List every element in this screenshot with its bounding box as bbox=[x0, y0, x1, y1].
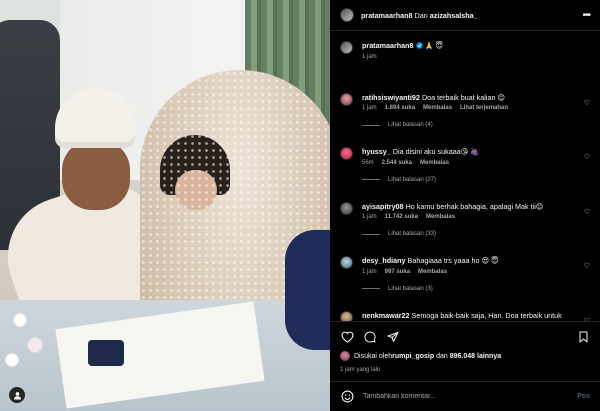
reply-button[interactable]: Membalas bbox=[426, 214, 455, 220]
comment-username[interactable]: desy_hdiany bbox=[362, 256, 406, 265]
photo-groom-face bbox=[62, 140, 130, 210]
comment-text: Dia disini aku sukaaa😘 🍇 bbox=[392, 147, 480, 156]
liker-avatar bbox=[340, 351, 350, 361]
author-username[interactable]: pratamaarhan8 bbox=[361, 11, 413, 20]
comment-like-icon[interactable]: ♡ bbox=[580, 153, 590, 161]
comment-username[interactable]: ayisapitry08 bbox=[362, 202, 404, 211]
view-replies-button[interactable]: Lihat balasan (33) bbox=[362, 231, 590, 237]
comment-avatar[interactable] bbox=[340, 147, 353, 160]
view-replies-label: Lihat balasan (33) bbox=[388, 231, 437, 237]
translate-button[interactable]: Lihat terjemahan bbox=[460, 105, 508, 111]
coauthor-username[interactable]: azizahsalsha_ bbox=[430, 11, 478, 20]
likes-count[interactable]: 896.048 lainnya bbox=[450, 353, 501, 360]
likes-middle: dan bbox=[436, 352, 448, 360]
post-photo[interactable] bbox=[0, 0, 330, 411]
comment-icon[interactable] bbox=[363, 330, 377, 344]
comment-username[interactable]: ratihsiswiyanti92 bbox=[362, 93, 420, 102]
verified-badge-icon bbox=[415, 41, 425, 50]
reply-button[interactable]: Membalas bbox=[420, 160, 449, 166]
comment-item: ayisapitry08 Ho kamu berhak bahagia, apa… bbox=[340, 201, 590, 220]
view-replies-label: Lihat balasan (4) bbox=[388, 122, 433, 128]
comment-likes[interactable]: 2.544 suka bbox=[382, 160, 412, 166]
caption-text: 🙏 😇 bbox=[424, 41, 443, 50]
photo-ring-box bbox=[88, 340, 124, 366]
comment-text: Doa terbaik buat kalian 😊 bbox=[421, 92, 505, 102]
post-comment-button[interactable]: Pos bbox=[577, 393, 590, 400]
view-replies-label: Lihat balasan (3) bbox=[388, 285, 433, 292]
comment-likes[interactable]: 997 suka bbox=[385, 269, 410, 275]
post-actions: Disukai oleh rumpi_gosip dan 896.048 lai… bbox=[330, 321, 600, 373]
photo-officiant-arm bbox=[285, 230, 330, 350]
comment-avatar[interactable] bbox=[340, 201, 353, 215]
comment-like-icon[interactable]: ♡ bbox=[580, 99, 590, 107]
comment-like-icon[interactable]: ♡ bbox=[580, 208, 590, 216]
photo-flowers bbox=[0, 300, 50, 380]
reply-button[interactable]: Membalas bbox=[418, 269, 447, 275]
emoji-icon[interactable] bbox=[340, 390, 354, 404]
post-dialog: pratamaarhan8 Dan azizahsalsha_ ••• prat… bbox=[0, 0, 600, 411]
person-icon bbox=[13, 391, 21, 400]
comment-item: hyussy_ Dia disini aku sukaaa😘 🍇 56m 2.5… bbox=[340, 147, 590, 166]
post-header: pratamaarhan8 Dan azizahsalsha_ ••• bbox=[330, 0, 600, 31]
heart-icon[interactable] bbox=[340, 330, 354, 344]
add-comment-bar: Pos bbox=[330, 381, 600, 411]
post-timestamp: 1 jam yang lalu bbox=[340, 367, 381, 373]
liker-username[interactable]: rumpi_gosip bbox=[392, 353, 434, 360]
reply-button[interactable]: Membalas bbox=[423, 105, 452, 111]
view-replies-button[interactable]: Lihat balasan (4) bbox=[362, 122, 590, 128]
bookmark-icon[interactable] bbox=[576, 330, 590, 344]
comment-text: Bahagiaaa trs yaaa ho 😍 😇 bbox=[407, 256, 499, 265]
comment-avatar[interactable] bbox=[340, 256, 353, 269]
comment-like-icon[interactable]: ♡ bbox=[580, 262, 590, 270]
comment-username[interactable]: hyussy_ bbox=[362, 147, 391, 156]
comment-likes[interactable]: 1.894 suka bbox=[385, 105, 415, 111]
comment-username[interactable]: nenkmawar22 bbox=[362, 311, 410, 320]
comment-text: Ho kamu berhak bahagia, apalagi Mak tii😊 bbox=[405, 201, 544, 211]
post-authors: pratamaarhan8 Dan azizahsalsha_ bbox=[361, 11, 576, 20]
caption-time: 1 jam bbox=[362, 53, 377, 60]
author-avatar[interactable] bbox=[340, 8, 354, 22]
comment-avatar[interactable] bbox=[340, 310, 353, 321]
send-icon[interactable] bbox=[386, 330, 400, 344]
comment-item: desy_hdiany Bahagiaaa trs yaaa ho 😍 😇 1 … bbox=[340, 256, 590, 275]
likes-summary[interactable]: Disukai oleh rumpi_gosip dan 896.048 lai… bbox=[340, 351, 590, 361]
post-side-panel: pratamaarhan8 Dan azizahsalsha_ ••• prat… bbox=[330, 0, 600, 411]
more-options-icon[interactable]: ••• bbox=[576, 10, 591, 21]
authors-joiner: Dan bbox=[414, 10, 428, 20]
comment-time: 1 jam bbox=[362, 268, 377, 275]
comments-list[interactable]: pratamaarhan8 🙏 😇 1 jam ratihsiswiyanti9… bbox=[330, 31, 600, 321]
caption-username[interactable]: pratamaarhan8 bbox=[362, 41, 414, 50]
post-caption: pratamaarhan8 🙏 😇 1 jam bbox=[340, 41, 590, 60]
likes-prefix: Disukai oleh bbox=[354, 352, 393, 360]
comment-avatar[interactable] bbox=[340, 92, 353, 106]
comment-likes[interactable]: 11.742 suka bbox=[385, 214, 418, 220]
tagged-users-button[interactable] bbox=[9, 387, 25, 403]
comment-item: nenkmawar22 Semoga baik-baik saja, Han. … bbox=[340, 310, 590, 321]
caption-avatar[interactable] bbox=[340, 41, 353, 54]
view-replies-button[interactable]: Lihat balasan (3) bbox=[362, 286, 590, 292]
comment-time: 1 jam bbox=[362, 105, 377, 111]
comment-input[interactable] bbox=[363, 393, 578, 400]
comment-time: 1 jam bbox=[362, 214, 377, 220]
comment-item: ratihsiswiyanti92 Doa terbaik buat kalia… bbox=[340, 92, 590, 111]
comment-time: 56m bbox=[362, 159, 374, 166]
view-replies-label: Lihat balasan (27) bbox=[388, 176, 437, 183]
view-replies-button[interactable]: Lihat balasan (27) bbox=[362, 177, 590, 183]
